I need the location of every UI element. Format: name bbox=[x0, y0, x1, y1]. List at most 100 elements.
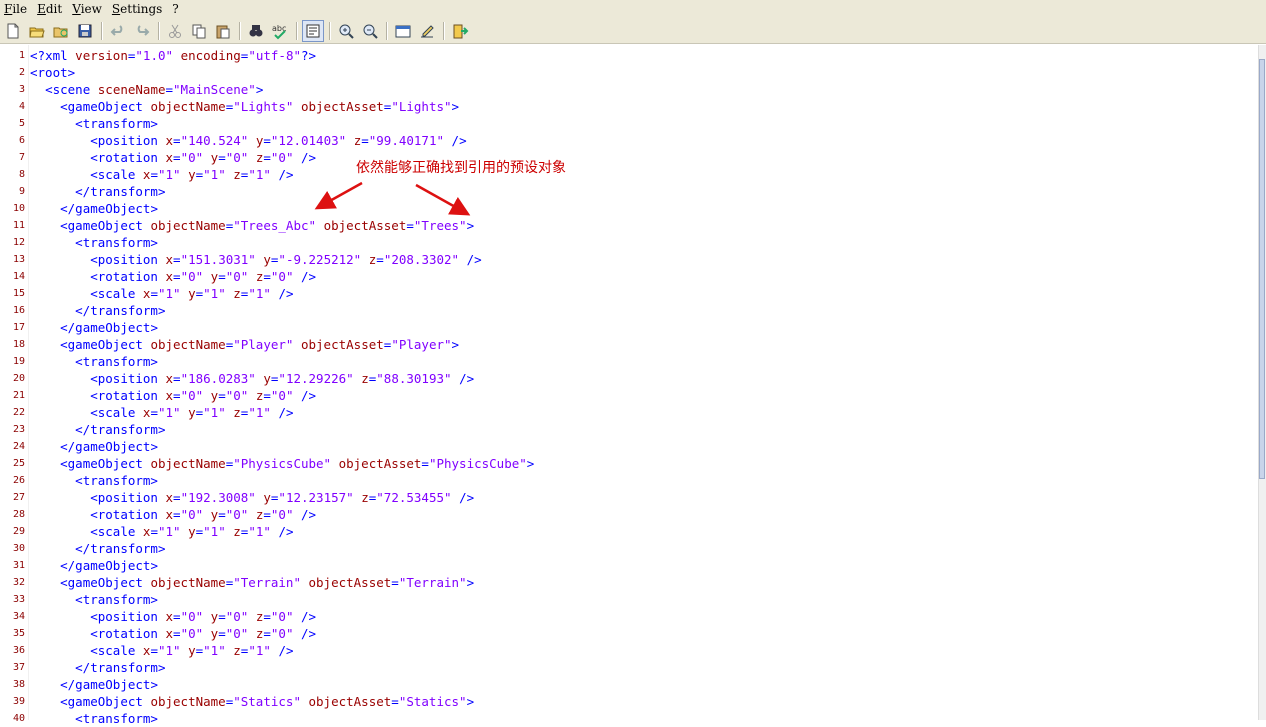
code-line[interactable]: </gameObject> bbox=[30, 319, 534, 336]
reload-button[interactable] bbox=[50, 20, 72, 42]
menu-settings[interactable]: Settings bbox=[108, 0, 166, 18]
code-line[interactable]: <transform> bbox=[30, 472, 534, 489]
code-line[interactable]: </gameObject> bbox=[30, 676, 534, 693]
toolbar-separator bbox=[443, 21, 444, 40]
menu-edit[interactable]: Edit bbox=[33, 0, 66, 18]
save-button[interactable] bbox=[74, 20, 96, 42]
find-icon bbox=[249, 24, 263, 36]
paste-button[interactable] bbox=[212, 20, 234, 42]
open-folder-button[interactable] bbox=[26, 20, 48, 42]
code-line[interactable]: <scale x="1" y="1" z="1" /> bbox=[30, 523, 534, 540]
undo-icon bbox=[110, 24, 123, 36]
code-line[interactable]: <scale x="1" y="1" z="1" /> bbox=[30, 642, 534, 659]
code-line[interactable]: <transform> bbox=[30, 710, 534, 727]
code-line[interactable]: <rotation x="0" y="0" z="0" /> bbox=[30, 387, 534, 404]
edit-pen-button[interactable] bbox=[416, 20, 438, 42]
spell-check-button[interactable]: abc bbox=[269, 20, 291, 42]
menu-view[interactable]: View bbox=[68, 0, 106, 18]
code-line[interactable]: <scene sceneName="MainScene"> bbox=[30, 81, 534, 98]
code-line[interactable]: <gameObject objectName="Terrain" objectA… bbox=[30, 574, 534, 591]
code-line[interactable]: <rotation x="0" y="0" z="0" /> bbox=[30, 625, 534, 642]
zoom-out-icon bbox=[363, 24, 378, 39]
code-line[interactable]: <transform> bbox=[30, 234, 534, 251]
code-line[interactable]: <rotation x="0" y="0" z="0" /> bbox=[30, 506, 534, 523]
code-line[interactable]: <transform> bbox=[30, 591, 534, 608]
cut-button[interactable] bbox=[164, 20, 186, 42]
undo-button[interactable] bbox=[107, 20, 129, 42]
toolbar-separator bbox=[158, 21, 159, 40]
code-line[interactable]: <scale x="1" y="1" z="1" /> bbox=[30, 404, 534, 421]
line-number: 9 bbox=[18, 186, 25, 197]
code-line[interactable]: <gameObject objectName="Statics" objectA… bbox=[30, 693, 534, 710]
annotation-text: 依然能够正确找到引用的预设对象 bbox=[356, 160, 566, 176]
code-line[interactable]: </gameObject> bbox=[30, 438, 534, 455]
code-line[interactable]: <rotation x="0" y="0" z="0" /> bbox=[30, 268, 534, 285]
toolbar-separator bbox=[101, 21, 102, 40]
line-number: 1 bbox=[18, 50, 25, 61]
code-line[interactable]: <position x="151.3031" y="-9.225212" z="… bbox=[30, 251, 534, 268]
code-line[interactable]: </transform> bbox=[30, 421, 534, 438]
word-wrap-icon bbox=[306, 24, 320, 37]
vertical-scrollbar[interactable] bbox=[1258, 45, 1266, 720]
code-line[interactable]: <position x="0" y="0" z="0" /> bbox=[30, 608, 534, 625]
menu-help[interactable]: ? bbox=[168, 0, 182, 18]
paste-icon bbox=[216, 25, 230, 38]
cut-icon bbox=[169, 24, 181, 38]
zoom-in-button[interactable] bbox=[335, 20, 357, 42]
line-number: 37 bbox=[12, 662, 25, 673]
code-line[interactable]: <position x="140.524" y="12.01403" z="99… bbox=[30, 132, 534, 149]
line-number: 26 bbox=[12, 475, 25, 486]
line-number: 34 bbox=[12, 611, 25, 622]
redo-button[interactable] bbox=[131, 20, 153, 42]
line-number: 14 bbox=[12, 271, 25, 282]
line-number: 40 bbox=[12, 713, 25, 724]
code-line[interactable]: <transform> bbox=[30, 353, 534, 370]
line-number: 24 bbox=[12, 441, 25, 452]
toolbar-separator bbox=[239, 21, 240, 40]
code-line[interactable]: </gameObject> bbox=[30, 200, 534, 217]
zoom-out-button[interactable] bbox=[359, 20, 381, 42]
exit-button[interactable] bbox=[449, 20, 471, 42]
text-editor[interactable]: 1 2 3 4 5 6 7 8 9 10 11 12 13 14 15 16 17 18 19 20 21 22 23 24 2… bbox=[0, 45, 1266, 726]
code-line[interactable]: <?xml version="1.0" encoding="utf-8"?> bbox=[30, 47, 534, 64]
code-line[interactable]: <transform> bbox=[30, 115, 534, 132]
code-line[interactable]: </transform> bbox=[30, 659, 534, 676]
line-number-gutter: 1 2 3 4 5 6 7 8 9 10 11 12 13 14 15 16 17 18 19 20 21 22 23 24 2… bbox=[0, 45, 29, 724]
find-button[interactable] bbox=[245, 20, 267, 42]
code-line[interactable]: <gameObject objectName="Trees_Abc" objec… bbox=[30, 217, 534, 234]
edit-pen-icon bbox=[421, 24, 434, 37]
exit-icon bbox=[453, 24, 469, 38]
word-wrap-button[interactable] bbox=[302, 19, 324, 42]
open-folder-icon bbox=[29, 27, 45, 37]
code-line[interactable]: <position x="192.3008" y="12.23157" z="7… bbox=[30, 489, 534, 506]
code-line[interactable]: <gameObject objectName="Lights" objectAs… bbox=[30, 98, 534, 115]
toolbar-separator bbox=[296, 21, 297, 40]
new-file-icon bbox=[7, 23, 19, 38]
line-number: 11 bbox=[12, 220, 25, 231]
line-number: 3 bbox=[18, 84, 25, 95]
menu-file[interactable]: File bbox=[0, 0, 31, 18]
toolbar-separator bbox=[329, 21, 330, 40]
code-line[interactable]: <scale x="1" y="1" z="1" /> bbox=[30, 285, 534, 302]
copy-button[interactable] bbox=[188, 20, 210, 42]
line-number: 5 bbox=[18, 118, 25, 129]
settings-window-button[interactable] bbox=[392, 20, 414, 42]
code-line[interactable]: <gameObject objectName="PhysicsCube" obj… bbox=[30, 455, 534, 472]
code-line[interactable]: <root> bbox=[30, 64, 534, 81]
code-area[interactable]: <?xml version="1.0" encoding="utf-8"?> <r… bbox=[30, 47, 534, 727]
copy-icon bbox=[192, 24, 206, 38]
line-number: 21 bbox=[12, 390, 25, 401]
line-number: 13 bbox=[12, 254, 25, 265]
line-number: 20 bbox=[12, 373, 25, 384]
code-line[interactable]: </transform> bbox=[30, 302, 534, 319]
code-line[interactable]: </gameObject> bbox=[30, 557, 534, 574]
new-file-button[interactable] bbox=[2, 20, 24, 42]
line-number: 23 bbox=[12, 424, 25, 435]
toolbar: abc bbox=[0, 18, 1266, 44]
code-line[interactable]: </transform> bbox=[30, 540, 534, 557]
line-number: 35 bbox=[12, 628, 25, 639]
scrollbar-thumb[interactable] bbox=[1259, 59, 1265, 479]
code-line[interactable]: <gameObject objectName="Player" objectAs… bbox=[30, 336, 534, 353]
code-line[interactable]: <position x="186.0283" y="12.29226" z="8… bbox=[30, 370, 534, 387]
code-line[interactable]: </transform> bbox=[30, 183, 534, 200]
